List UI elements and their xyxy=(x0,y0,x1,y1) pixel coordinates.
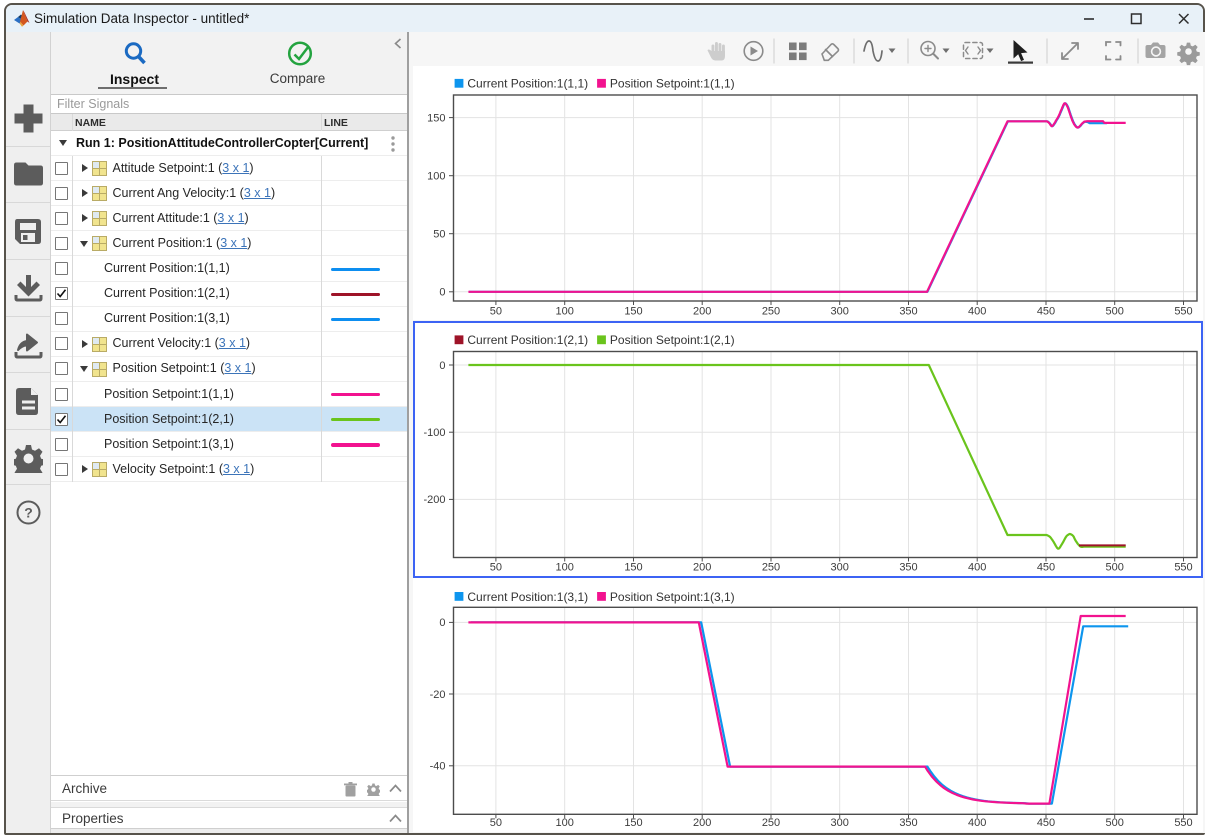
svg-text:150: 150 xyxy=(624,306,642,318)
svg-text:250: 250 xyxy=(762,817,780,829)
svg-text:0: 0 xyxy=(439,617,445,629)
svg-text:150: 150 xyxy=(427,112,445,124)
svg-text:400: 400 xyxy=(968,817,986,829)
svg-text:-100: -100 xyxy=(423,427,445,439)
svg-text:450: 450 xyxy=(1037,306,1055,318)
svg-text:300: 300 xyxy=(831,562,849,574)
svg-text:500: 500 xyxy=(1106,562,1124,574)
svg-text:200: 200 xyxy=(693,306,711,318)
svg-text:50: 50 xyxy=(490,817,502,829)
svg-text:250: 250 xyxy=(762,562,780,574)
svg-text:-200: -200 xyxy=(423,494,445,506)
svg-text:500: 500 xyxy=(1106,817,1124,829)
svg-text:450: 450 xyxy=(1037,817,1055,829)
svg-text:250: 250 xyxy=(762,306,780,318)
svg-text:Position Setpoint:1(1,1): Position Setpoint:1(1,1) xyxy=(610,77,735,91)
svg-text:550: 550 xyxy=(1174,562,1192,574)
svg-text:450: 450 xyxy=(1037,562,1055,574)
svg-text:350: 350 xyxy=(899,817,917,829)
svg-text:200: 200 xyxy=(693,562,711,574)
svg-text:-40: -40 xyxy=(430,761,446,773)
svg-text:0: 0 xyxy=(439,287,445,299)
svg-text:100: 100 xyxy=(556,562,574,574)
svg-text:50: 50 xyxy=(490,562,502,574)
svg-text:350: 350 xyxy=(899,562,917,574)
svg-text:-20: -20 xyxy=(430,689,446,701)
svg-text:0: 0 xyxy=(439,360,445,372)
svg-text:550: 550 xyxy=(1174,817,1192,829)
svg-text:Position Setpoint:1(2,1): Position Setpoint:1(2,1) xyxy=(610,333,735,347)
svg-text:50: 50 xyxy=(433,229,445,241)
svg-text:Current Position:1(2,1): Current Position:1(2,1) xyxy=(467,333,588,347)
svg-text:Current Position:1(1,1): Current Position:1(1,1) xyxy=(467,77,588,91)
svg-text:150: 150 xyxy=(624,817,642,829)
svg-text:100: 100 xyxy=(556,306,574,318)
svg-text:Current Position:1(3,1): Current Position:1(3,1) xyxy=(467,590,588,604)
svg-text:400: 400 xyxy=(968,306,986,318)
svg-text:150: 150 xyxy=(624,562,642,574)
svg-text:100: 100 xyxy=(427,171,445,183)
svg-text:400: 400 xyxy=(968,562,986,574)
svg-text:200: 200 xyxy=(693,817,711,829)
svg-text:350: 350 xyxy=(899,306,917,318)
svg-text:Position Setpoint:1(3,1): Position Setpoint:1(3,1) xyxy=(610,590,735,604)
svg-text:100: 100 xyxy=(556,817,574,829)
svg-text:50: 50 xyxy=(490,306,502,318)
svg-text:550: 550 xyxy=(1174,306,1192,318)
svg-text:500: 500 xyxy=(1106,306,1124,318)
svg-text:?: ? xyxy=(24,505,33,521)
svg-text:300: 300 xyxy=(831,817,849,829)
svg-text:300: 300 xyxy=(831,306,849,318)
